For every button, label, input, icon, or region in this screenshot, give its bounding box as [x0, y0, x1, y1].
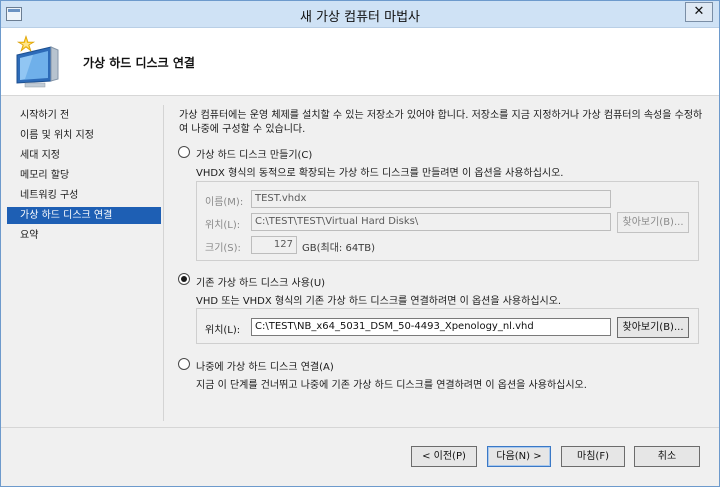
nav-item-summary[interactable]: 요약 — [7, 227, 161, 244]
vhd-size-input[interactable]: 127 — [251, 236, 297, 254]
create-browse-button[interactable]: 찾아보기(B)... — [617, 212, 689, 233]
existing-browse-button[interactable]: 찾아보기(B)... — [617, 317, 689, 338]
footer-divider — [1, 427, 719, 428]
window-title: 새 가상 컴퓨터 마법사 — [299, 10, 421, 25]
next-button[interactable]: 다음(N) > — [487, 446, 551, 467]
intro-text: 가상 컴퓨터에는 운영 체제를 설치할 수 있는 저장소가 있어야 합니다. 저… — [179, 110, 703, 135]
size-unit-label: GB(최대: 64TB) — [302, 243, 376, 254]
cancel-button[interactable]: 취소 — [634, 446, 700, 467]
create-vhd-radio[interactable] — [178, 146, 190, 158]
create-vhd-description: VHDX 형식의 동적으로 확장되는 가상 하드 디스크를 만들려면 이 옵션을… — [196, 168, 564, 179]
existing-vhd-group: 위치(L): C:\TEST\NB_x64_5031_DSM_50-4493_X… — [196, 308, 699, 344]
existing-location-label: 위치(L): — [205, 325, 241, 336]
attach-later-label[interactable]: 나중에 가상 하드 디스크 연결(A) — [196, 358, 334, 373]
create-vhd-label[interactable]: 가상 하드 디스크 만들기(C) — [196, 146, 312, 161]
title-bar[interactable]: 새 가상 컴퓨터 마법사 ✕ — [1, 1, 719, 28]
finish-button[interactable]: 마침(F) — [561, 446, 625, 467]
vhd-name-input[interactable]: TEST.vhdx — [251, 190, 611, 208]
nav-item-before-you-begin[interactable]: 시작하기 전 — [7, 107, 161, 124]
wizard-header: 가상 하드 디스크 연결 — [1, 28, 719, 96]
nav-item-memory[interactable]: 메모리 할당 — [7, 167, 161, 184]
wizard-nav: 시작하기 전 이름 및 위치 지정 세대 지정 메모리 할당 네트워킹 구성 가… — [1, 97, 161, 427]
existing-vhd-description: VHD 또는 VHDX 형식의 기존 가상 하드 디스크를 연결하려면 이 옵션… — [196, 296, 562, 307]
previous-button[interactable]: < 이전(P) — [411, 446, 477, 467]
existing-location-input[interactable]: C:\TEST\NB_x64_5031_DSM_50-4493_Xpenolog… — [251, 318, 611, 336]
existing-vhd-radio[interactable] — [178, 273, 190, 285]
wizard-window: 새 가상 컴퓨터 마법사 ✕ 가상 하드 디스크 연결 시작하기 전 이름 및 … — [0, 0, 720, 487]
monitor-star-icon — [16, 35, 59, 88]
nav-item-name-location[interactable]: 이름 및 위치 지정 — [7, 127, 161, 144]
page-title: 가상 하드 디스크 연결 — [83, 56, 195, 70]
nav-item-networking[interactable]: 네트워킹 구성 — [7, 187, 161, 204]
attach-later-radio[interactable] — [178, 358, 190, 370]
create-vhd-group: 이름(M): TEST.vhdx 위치(L): C:\TEST\TEST\Vir… — [196, 181, 699, 261]
attach-later-description: 지금 이 단계를 건너뛰고 나중에 기존 가상 하드 디스크를 연결하려면 이 … — [196, 380, 587, 391]
nav-item-connect-vhd[interactable]: 가상 하드 디스크 연결 — [7, 207, 161, 224]
close-button[interactable]: ✕ — [685, 2, 713, 22]
existing-vhd-label[interactable]: 기존 가상 하드 디스크 사용(U) — [196, 274, 325, 289]
vhd-location-input[interactable]: C:\TEST\TEST\Virtual Hard Disks\ — [251, 213, 611, 231]
size-label: 크기(S): — [205, 243, 241, 254]
name-label: 이름(M): — [205, 197, 244, 208]
nav-item-generation[interactable]: 세대 지정 — [7, 147, 161, 164]
nav-divider — [163, 105, 164, 421]
location-label: 위치(L): — [205, 220, 241, 231]
